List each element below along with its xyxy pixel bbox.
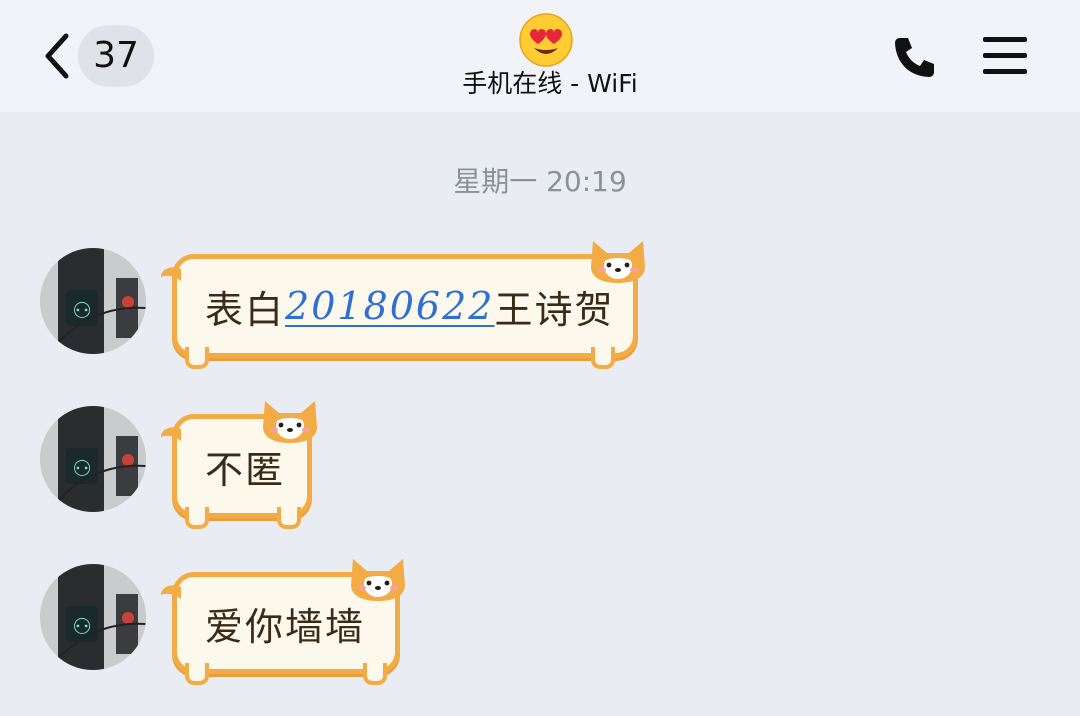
- message-bubble[interactable]: 爱你墙墙: [161, 559, 405, 685]
- contact-avatar[interactable]: ⚇: [40, 564, 146, 670]
- corgi-paw: [363, 663, 387, 685]
- contact-status: 手机在线 - WiFi: [462, 69, 638, 98]
- traffic-light-avatar-icon: ⚇: [40, 406, 146, 512]
- corgi-tail-icon: [161, 427, 181, 441]
- phone-icon[interactable]: [888, 32, 938, 82]
- corgi-paw: [185, 663, 209, 685]
- message-text: 不匿: [205, 447, 286, 492]
- corgi-tail-icon: [161, 267, 181, 281]
- corgi-tail-icon: [161, 585, 181, 599]
- message-timestamp: 星期一 20:19: [453, 165, 627, 198]
- corgi-paw: [591, 347, 615, 369]
- message-bubble[interactable]: 表白 20180622 王诗贺: [161, 241, 645, 369]
- message-text: 表白 20180622 王诗贺: [205, 259, 614, 353]
- corgi-paw: [185, 347, 209, 369]
- corgi-paw: [277, 507, 301, 529]
- message-text: 爱你墙墙: [205, 604, 366, 649]
- contact-avatar[interactable]: ⚇: [40, 248, 146, 354]
- traffic-light-avatar-icon: ⚇: [40, 248, 146, 354]
- message-text-prefix: 表白: [205, 287, 286, 332]
- chevron-left-icon[interactable]: [38, 30, 74, 82]
- message-text-suffix: 王诗贺: [494, 287, 615, 332]
- traffic-light-avatar-icon: ⚇: [40, 564, 146, 670]
- unread-count-badge[interactable]: 37: [78, 25, 154, 87]
- chat-screen: 37 手机在线 - WiFi 星期一 20:19 ⚇ 表白 20180622 王…: [0, 0, 1080, 716]
- hamburger-menu-icon[interactable]: [980, 34, 1030, 78]
- date-link[interactable]: 20180622: [285, 284, 494, 328]
- corgi-paw: [185, 507, 209, 529]
- message-bubble[interactable]: 不匿: [161, 401, 317, 529]
- contact-avatar[interactable]: ⚇: [40, 406, 146, 512]
- chat-header: 37 手机在线 - WiFi: [0, 0, 1080, 112]
- heart-eyes-emoji-icon: [519, 13, 573, 67]
